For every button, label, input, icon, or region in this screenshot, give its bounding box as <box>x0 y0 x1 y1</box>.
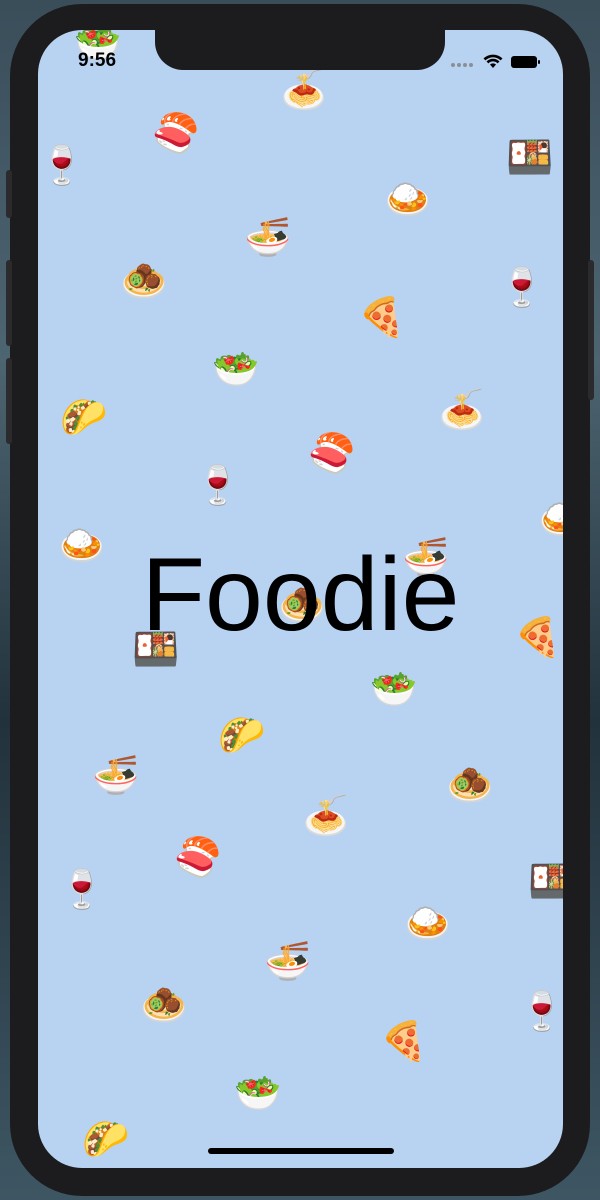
wifi-icon <box>483 54 503 68</box>
wine-glass-icon: 🍷 <box>38 143 86 187</box>
battery-icon <box>511 55 540 68</box>
ramen-icon: 🍜 <box>92 753 140 797</box>
taco-icon: 🌮 <box>82 1117 130 1161</box>
home-indicator[interactable] <box>208 1148 394 1154</box>
falafel-icon: 🧆 <box>120 259 168 303</box>
falafel-icon: 🧆 <box>140 983 188 1027</box>
spaghetti-icon: 🍝 <box>302 793 350 837</box>
cellular-signal-icon <box>451 52 475 71</box>
mute-switch <box>6 170 12 218</box>
salad-icon: 🥗 <box>370 667 418 711</box>
salad-icon: 🥗 <box>234 1071 282 1115</box>
volume-down-button <box>6 358 12 444</box>
bento-box-icon: 🍱 <box>506 135 554 179</box>
spaghetti-icon: 🍝 <box>280 67 328 111</box>
wine-glass-icon: 🍷 <box>58 867 106 911</box>
pizza-icon: 🍕 <box>358 295 406 339</box>
spaghetti-icon: 🍝 <box>438 387 486 431</box>
sushi-icon: 🍣 <box>174 835 222 879</box>
volume-up-button <box>6 260 12 346</box>
bento-box-icon: 🍱 <box>528 859 563 903</box>
status-icons <box>451 52 540 71</box>
sushi-icon: 🍣 <box>152 111 200 155</box>
sushi-icon: 🍣 <box>308 431 356 475</box>
wine-glass-icon: 🍷 <box>518 989 563 1033</box>
taco-icon: 🌮 <box>60 395 108 439</box>
power-button <box>588 260 594 400</box>
rice-curry-icon: 🍛 <box>538 497 563 541</box>
wine-glass-icon: 🍷 <box>498 265 546 309</box>
app-title: Foodie <box>141 537 460 653</box>
salad-icon: 🥗 <box>212 347 260 391</box>
falafel-icon: 🧆 <box>446 763 494 807</box>
notch <box>155 30 445 70</box>
rice-curry-icon: 🍛 <box>404 901 452 945</box>
taco-icon: 🌮 <box>218 713 266 757</box>
wine-glass-icon: 🍷 <box>194 463 242 507</box>
ramen-icon: 🍜 <box>264 939 312 983</box>
rice-curry-icon: 🍛 <box>384 177 432 221</box>
ramen-icon: 🍜 <box>244 215 292 259</box>
status-time: 9:56 <box>78 50 117 71</box>
pizza-icon: 🍕 <box>380 1019 428 1063</box>
app-screen[interactable]: 9:56 🥗 🍝 🍣 🍷 🍱 🍛 🍜 🧆 🍷 🍕 🥗 🌮 🍝 🍣 🍷 🍛 🍛 🍜… <box>38 30 563 1168</box>
